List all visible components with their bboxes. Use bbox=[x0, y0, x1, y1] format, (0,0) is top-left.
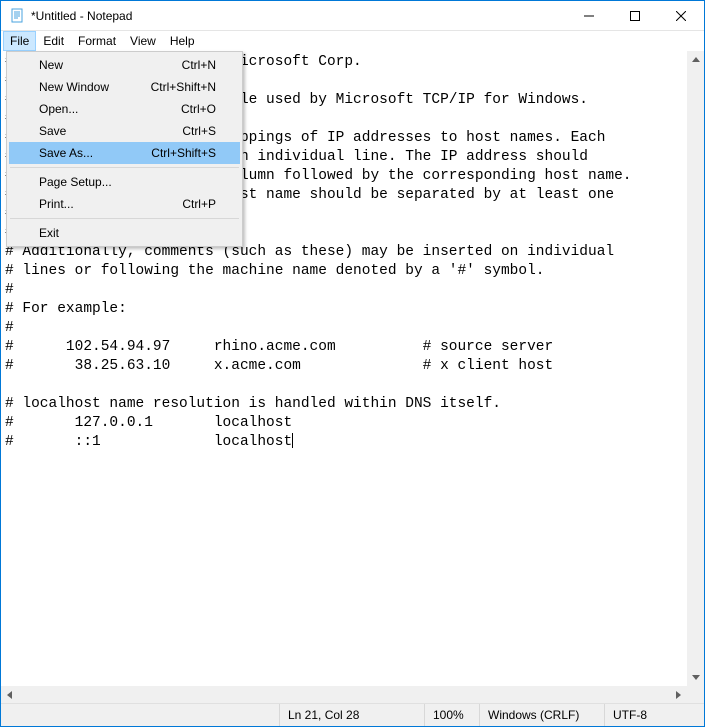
menu-item-label: Page Setup... bbox=[39, 175, 216, 189]
file-menu-new[interactable]: New Ctrl+N bbox=[9, 54, 240, 76]
file-menu-new-window[interactable]: New Window Ctrl+Shift+N bbox=[9, 76, 240, 98]
title-bar: *Untitled - Notepad bbox=[1, 1, 704, 31]
menu-item-label: Print... bbox=[39, 197, 182, 211]
menu-item-label: Open... bbox=[39, 102, 181, 116]
menu-edit[interactable]: Edit bbox=[36, 31, 71, 51]
scroll-left-button[interactable] bbox=[1, 686, 18, 703]
chevron-down-icon bbox=[692, 675, 700, 680]
menu-item-shortcut: Ctrl+S bbox=[182, 124, 216, 138]
file-menu-save-as[interactable]: Save As... Ctrl+Shift+S bbox=[9, 142, 240, 164]
scroll-up-button[interactable] bbox=[687, 51, 704, 68]
menu-file[interactable]: File bbox=[3, 31, 36, 51]
text-caret bbox=[292, 433, 293, 448]
menu-item-shortcut: Ctrl+O bbox=[181, 102, 216, 116]
menu-item-label: Save bbox=[39, 124, 182, 138]
menu-item-label: New bbox=[39, 58, 182, 72]
file-menu-open[interactable]: Open... Ctrl+O bbox=[9, 98, 240, 120]
notepad-icon bbox=[9, 8, 25, 24]
menu-label: Format bbox=[78, 34, 116, 48]
menu-label: Help bbox=[170, 34, 195, 48]
menu-separator bbox=[10, 167, 239, 168]
menu-item-label: Save As... bbox=[39, 146, 151, 160]
scroll-down-button[interactable] bbox=[687, 669, 704, 686]
menu-separator bbox=[10, 218, 239, 219]
minimize-button[interactable] bbox=[566, 1, 612, 31]
menu-bar: File Edit Format View Help bbox=[1, 31, 704, 51]
menu-item-label: Exit bbox=[39, 226, 216, 240]
menu-item-shortcut: Ctrl+P bbox=[182, 197, 216, 211]
file-menu-dropdown: New Ctrl+N New Window Ctrl+Shift+N Open.… bbox=[6, 51, 243, 247]
horizontal-scrollbar[interactable] bbox=[1, 686, 687, 703]
menu-format[interactable]: Format bbox=[71, 31, 123, 51]
menu-item-label: New Window bbox=[39, 80, 151, 94]
status-encoding: UTF-8 bbox=[604, 704, 704, 726]
window-title: *Untitled - Notepad bbox=[31, 9, 132, 23]
file-menu-save[interactable]: Save Ctrl+S bbox=[9, 120, 240, 142]
menu-view[interactable]: View bbox=[123, 31, 163, 51]
menu-item-shortcut: Ctrl+Shift+N bbox=[151, 80, 216, 94]
menu-help[interactable]: Help bbox=[163, 31, 202, 51]
status-line-ending: Windows (CRLF) bbox=[479, 704, 604, 726]
menu-item-shortcut: Ctrl+N bbox=[182, 58, 216, 72]
maximize-button[interactable] bbox=[612, 1, 658, 31]
scroll-right-button[interactable] bbox=[670, 686, 687, 703]
menu-label: Edit bbox=[43, 34, 64, 48]
chevron-up-icon bbox=[692, 57, 700, 62]
close-button[interactable] bbox=[658, 1, 704, 31]
notepad-window: *Untitled - Notepad File Edit Format Vie… bbox=[0, 0, 705, 727]
status-bar: Ln 21, Col 28 100% Windows (CRLF) UTF-8 bbox=[1, 703, 704, 726]
file-menu-page-setup[interactable]: Page Setup... bbox=[9, 171, 240, 193]
chevron-left-icon bbox=[7, 691, 12, 699]
scroll-corner bbox=[687, 686, 704, 703]
status-cursor-position: Ln 21, Col 28 bbox=[279, 704, 424, 726]
menu-label: File bbox=[10, 34, 29, 48]
status-zoom: 100% bbox=[424, 704, 479, 726]
menu-label: View bbox=[130, 34, 156, 48]
file-menu-exit[interactable]: Exit bbox=[9, 222, 240, 244]
menu-item-shortcut: Ctrl+Shift+S bbox=[151, 146, 216, 160]
vertical-scrollbar[interactable] bbox=[687, 51, 704, 686]
file-menu-print[interactable]: Print... Ctrl+P bbox=[9, 193, 240, 215]
chevron-right-icon bbox=[676, 691, 681, 699]
